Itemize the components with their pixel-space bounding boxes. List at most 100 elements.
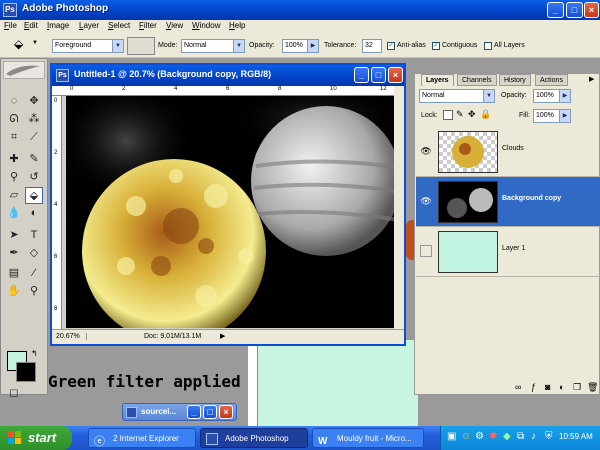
- chevron-right-icon: ▶: [559, 90, 570, 102]
- doc-minimize-button[interactable]: _: [354, 67, 369, 83]
- tab-channels[interactable]: Channels: [457, 74, 497, 86]
- tray-icon[interactable]: ▣: [447, 431, 456, 442]
- vertical-scrollbar[interactable]: [394, 86, 404, 329]
- eyedropper-tool-icon[interactable]: ⁄: [25, 265, 43, 282]
- minimize-button[interactable]: _: [547, 2, 564, 18]
- tolerance-input[interactable]: 32: [362, 39, 382, 53]
- status-menu-arrow-icon[interactable]: ▶: [220, 332, 225, 340]
- antialias-checkbox[interactable]: ✓: [387, 42, 395, 50]
- visibility-eye-icon[interactable]: 👁: [420, 145, 432, 157]
- notes-tool-icon[interactable]: ▤: [5, 265, 23, 282]
- adjustment-layer-icon[interactable]: ◐: [559, 382, 564, 392]
- contiguous-checkbox[interactable]: ✓: [432, 42, 440, 50]
- document-canvas[interactable]: [66, 96, 396, 328]
- menu-help[interactable]: Help: [229, 21, 245, 30]
- delete-layer-icon[interactable]: 🗑: [587, 382, 598, 393]
- min-close-button[interactable]: ×: [219, 405, 233, 419]
- tray-icon[interactable]: ⚙: [475, 431, 484, 442]
- standard-mode-icon[interactable]: ◻: [5, 385, 23, 399]
- clone-stamp-tool-icon[interactable]: ⚲: [5, 169, 23, 186]
- taskbar-item-photoshop[interactable]: Adobe Photoshop: [200, 428, 308, 448]
- tray-icon[interactable]: ◆: [503, 431, 511, 442]
- minimized-window[interactable]: sourcei... _ □ ×: [122, 403, 237, 421]
- paint-bucket-icon[interactable]: ⬙: [14, 37, 23, 51]
- security-shield-icon[interactable]: ⛨: [545, 431, 553, 442]
- all-layers-checkbox[interactable]: [484, 42, 492, 50]
- volume-icon[interactable]: ♪: [531, 431, 536, 442]
- visibility-toggle[interactable]: [420, 245, 432, 257]
- min-maximize-button[interactable]: □: [203, 405, 217, 419]
- layer-opacity-input[interactable]: 100% ▶: [533, 89, 571, 103]
- menu-select[interactable]: Select: [108, 21, 130, 30]
- visibility-eye-icon[interactable]: 👁: [420, 195, 432, 207]
- brush-tool-icon[interactable]: ✎: [25, 151, 43, 168]
- menu-edit[interactable]: Edit: [24, 21, 38, 30]
- clock[interactable]: 10:59 AM: [559, 432, 593, 441]
- swap-colors-icon[interactable]: ↰: [31, 349, 38, 358]
- tab-history[interactable]: History: [499, 74, 531, 86]
- doc-close-button[interactable]: ×: [388, 67, 403, 83]
- tab-actions[interactable]: Actions: [535, 74, 568, 86]
- menu-filter[interactable]: Filter: [139, 21, 157, 30]
- menu-window[interactable]: Window: [192, 21, 220, 30]
- magic-wand-tool-icon[interactable]: ⁂: [25, 111, 43, 128]
- menu-image[interactable]: Image: [47, 21, 69, 30]
- background-color-swatch[interactable]: [16, 362, 36, 382]
- document-window[interactable]: Ps Untitled-1 @ 20.7% (Background copy, …: [50, 63, 406, 346]
- blend-mode-select[interactable]: Normal ▼: [419, 89, 495, 103]
- healing-brush-tool-icon[interactable]: ✚: [5, 151, 23, 168]
- opacity-input[interactable]: 100% ▶: [282, 39, 319, 53]
- layer-row-background-copy[interactable]: 👁 Background copy: [416, 177, 600, 227]
- min-restore-button[interactable]: _: [187, 405, 201, 419]
- panel-menu-arrow-icon[interactable]: ▶: [589, 75, 594, 83]
- path-selection-tool-icon[interactable]: ➤: [5, 227, 23, 244]
- menu-layer[interactable]: Layer: [79, 21, 99, 30]
- document-titlebar[interactable]: Ps Untitled-1 @ 20.7% (Background copy, …: [52, 65, 404, 86]
- tray-icon[interactable]: ✱: [489, 431, 497, 442]
- eraser-tool-icon[interactable]: ▱: [5, 187, 23, 204]
- doc-maximize-button[interactable]: □: [371, 67, 386, 83]
- blur-tool-icon[interactable]: 💧: [5, 205, 23, 222]
- network-icon[interactable]: ⧉: [517, 431, 524, 442]
- lock-position-icon[interactable]: ✥: [468, 109, 476, 120]
- fill-input[interactable]: 100% ▶: [533, 109, 571, 123]
- mode-select[interactable]: Normal ▼: [181, 39, 245, 53]
- ruler-tick: 4: [54, 202, 58, 208]
- pen-tool-icon[interactable]: ✒: [5, 245, 23, 262]
- app-titlebar[interactable]: Ps Adobe Photoshop _ □ ×: [0, 0, 600, 20]
- lasso-tool-icon[interactable]: ᘏ: [5, 111, 23, 128]
- maximize-button[interactable]: □: [566, 2, 583, 18]
- paint-bucket-tool-icon[interactable]: ⬙: [25, 187, 43, 204]
- link-layers-icon[interactable]: ∞: [515, 382, 521, 392]
- pattern-picker[interactable]: [127, 37, 155, 55]
- tray-icon[interactable]: ☺: [461, 431, 471, 442]
- tab-layers[interactable]: Layers: [421, 74, 454, 86]
- hand-tool-icon[interactable]: ✋: [5, 283, 23, 300]
- shape-tool-icon[interactable]: ◇: [25, 245, 43, 262]
- new-layer-icon[interactable]: ❐: [573, 382, 581, 393]
- marquee-tool-icon[interactable]: ◌: [5, 93, 23, 110]
- close-button[interactable]: ×: [584, 2, 599, 18]
- dodge-tool-icon[interactable]: ◐: [25, 205, 43, 222]
- menu-file[interactable]: File: [4, 21, 17, 30]
- taskbar-item-ie[interactable]: ⓔ 2 Internet Explorer: [88, 428, 196, 448]
- zoom-level[interactable]: 20.67%: [56, 333, 87, 340]
- add-mask-icon[interactable]: ◙: [545, 382, 550, 392]
- slice-tool-icon[interactable]: ⟋: [25, 129, 43, 146]
- layer-row-layer-1[interactable]: Layer 1: [416, 227, 600, 277]
- tool-preset-dropdown-icon[interactable]: ▼: [32, 40, 38, 46]
- layer-row-clouds[interactable]: 👁 Clouds: [416, 127, 600, 177]
- layer-style-icon[interactable]: ƒ: [531, 382, 536, 392]
- fill-source-select[interactable]: Foreground ▼: [52, 39, 124, 53]
- zoom-tool-icon[interactable]: ⚲: [25, 283, 43, 300]
- lock-all-icon[interactable]: 🔒: [480, 109, 491, 120]
- taskbar-item-word[interactable]: W Mouldy fruit - Micro...: [312, 428, 424, 448]
- history-brush-tool-icon[interactable]: ↺: [25, 169, 43, 186]
- move-tool-icon[interactable]: ✥: [25, 93, 43, 110]
- lock-image-icon[interactable]: ✎: [456, 109, 464, 120]
- lock-transparency-icon[interactable]: [443, 110, 453, 120]
- crop-tool-icon[interactable]: ⌗: [5, 129, 23, 146]
- start-button[interactable]: start: [0, 426, 72, 450]
- type-tool-icon[interactable]: T: [25, 227, 43, 244]
- menu-view[interactable]: View: [166, 21, 183, 30]
